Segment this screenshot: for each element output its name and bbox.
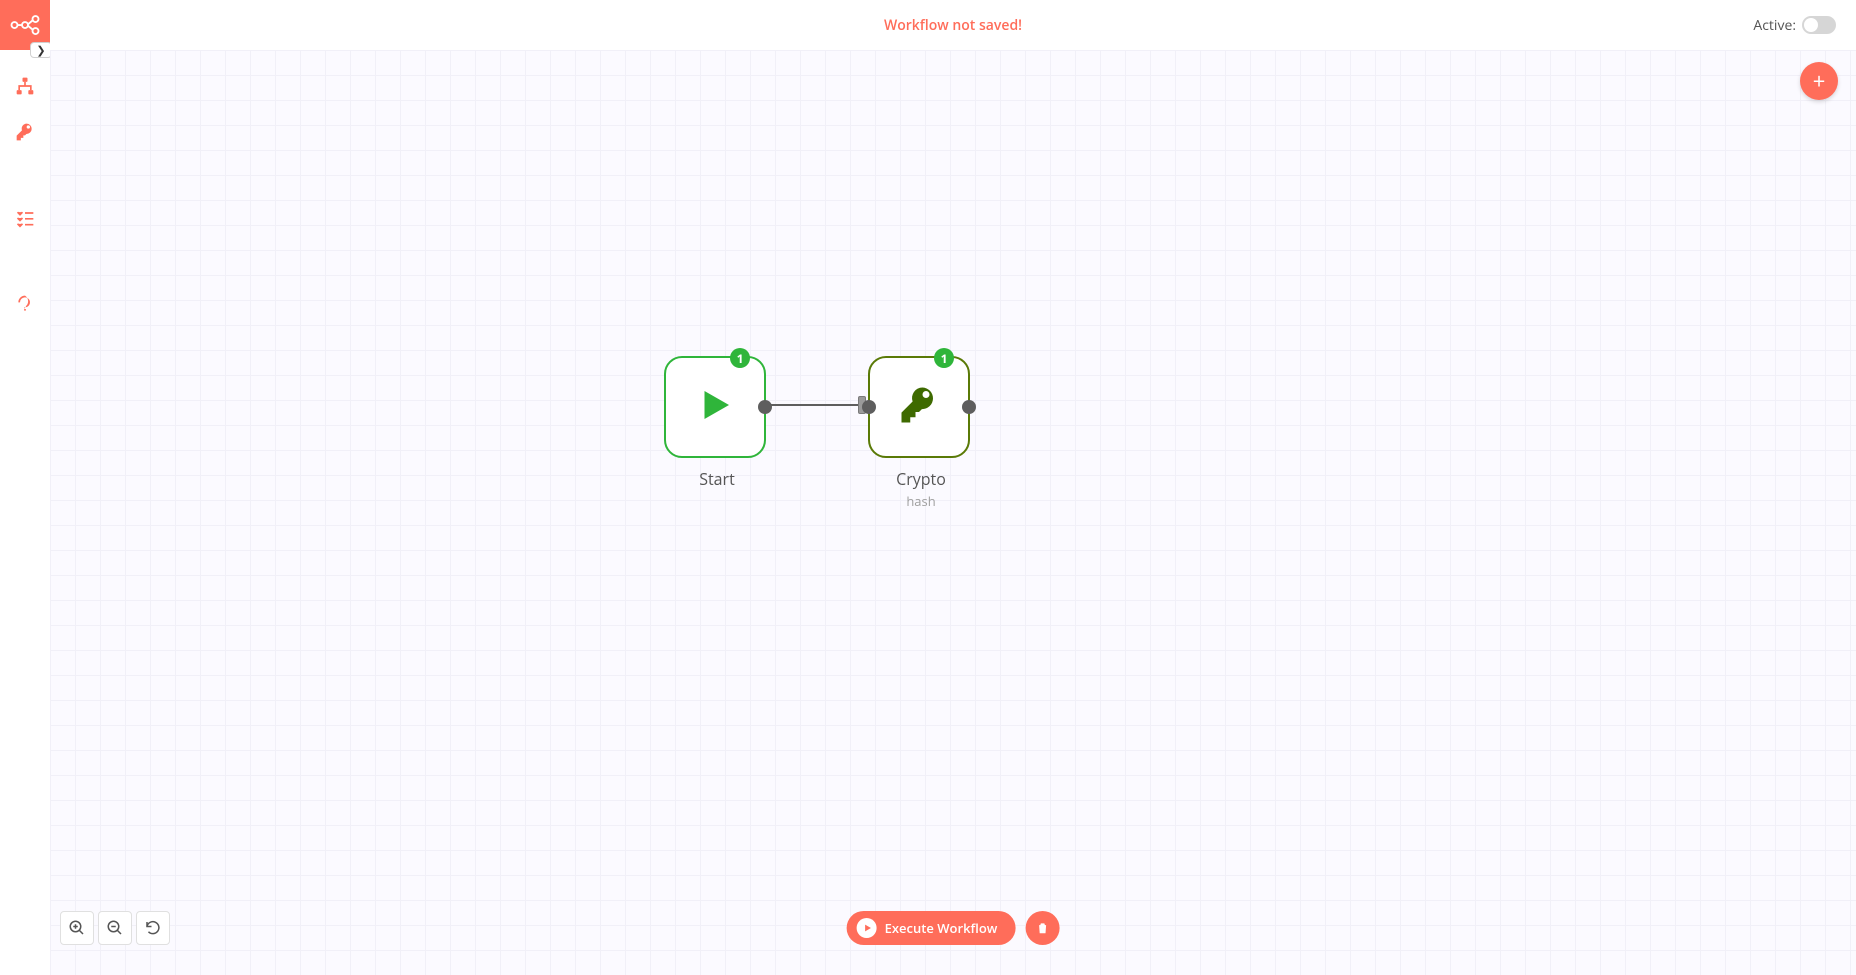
node-start-label: Start <box>617 468 817 490</box>
sidebar-nav <box>0 50 50 314</box>
node-crypto-count: 1 <box>934 348 954 368</box>
clear-execution-button[interactable] <box>1025 911 1059 945</box>
node-start-output-port[interactable] <box>758 400 772 414</box>
workflow-canvas[interactable]: 1 Start 1 Crypto hash + <box>50 50 1856 975</box>
undo-icon <box>144 919 162 937</box>
key-icon <box>898 384 940 431</box>
node-crypto[interactable]: 1 Crypto hash <box>868 356 970 458</box>
zoom-out-icon <box>106 919 124 937</box>
node-crypto-label: Crypto hash <box>821 468 1021 510</box>
add-node-button[interactable]: + <box>1800 62 1838 100</box>
logo[interactable]: ❯ <box>0 0 50 50</box>
chevron-right-icon: ❯ <box>36 43 45 58</box>
logo-icon <box>10 14 40 36</box>
node-start-count: 1 <box>730 348 750 368</box>
executions-icon <box>15 208 35 228</box>
node-crypto-input-port[interactable] <box>862 400 876 414</box>
help-icon <box>15 294 35 314</box>
trash-icon <box>1035 921 1049 935</box>
node-crypto-sublabel: hash <box>821 492 1021 510</box>
node-connection[interactable] <box>765 404 867 406</box>
sidebar: ❯ <box>0 0 50 975</box>
sidebar-item-workflows[interactable] <box>0 76 50 96</box>
unsaved-banner: Workflow not saved! <box>50 16 1856 35</box>
node-crypto-output-port[interactable] <box>962 400 976 414</box>
active-toggle[interactable] <box>1802 16 1836 34</box>
sidebar-item-executions[interactable] <box>0 208 50 228</box>
active-label: Active: <box>1753 16 1796 35</box>
key-icon <box>15 122 35 142</box>
zoom-out-button[interactable] <box>98 911 132 945</box>
canvas-controls <box>60 911 170 945</box>
plus-icon: + <box>1813 66 1826 96</box>
play-icon <box>694 384 736 431</box>
zoom-in-button[interactable] <box>60 911 94 945</box>
execute-label: Execute Workflow <box>885 919 998 937</box>
workflow-icon <box>15 76 35 96</box>
sidebar-item-help[interactable] <box>0 294 50 314</box>
sidebar-expand-button[interactable]: ❯ <box>30 42 52 58</box>
execute-bar: Execute Workflow <box>847 911 1060 945</box>
play-circle-icon <box>857 918 877 938</box>
active-toggle-group: Active: <box>1753 16 1836 35</box>
execute-workflow-button[interactable]: Execute Workflow <box>847 911 1016 945</box>
zoom-in-icon <box>68 919 86 937</box>
sidebar-item-credentials[interactable] <box>0 122 50 142</box>
header: Workflow not saved! Active: <box>50 0 1856 50</box>
node-start[interactable]: 1 Start <box>664 356 766 458</box>
reset-view-button[interactable] <box>136 911 170 945</box>
